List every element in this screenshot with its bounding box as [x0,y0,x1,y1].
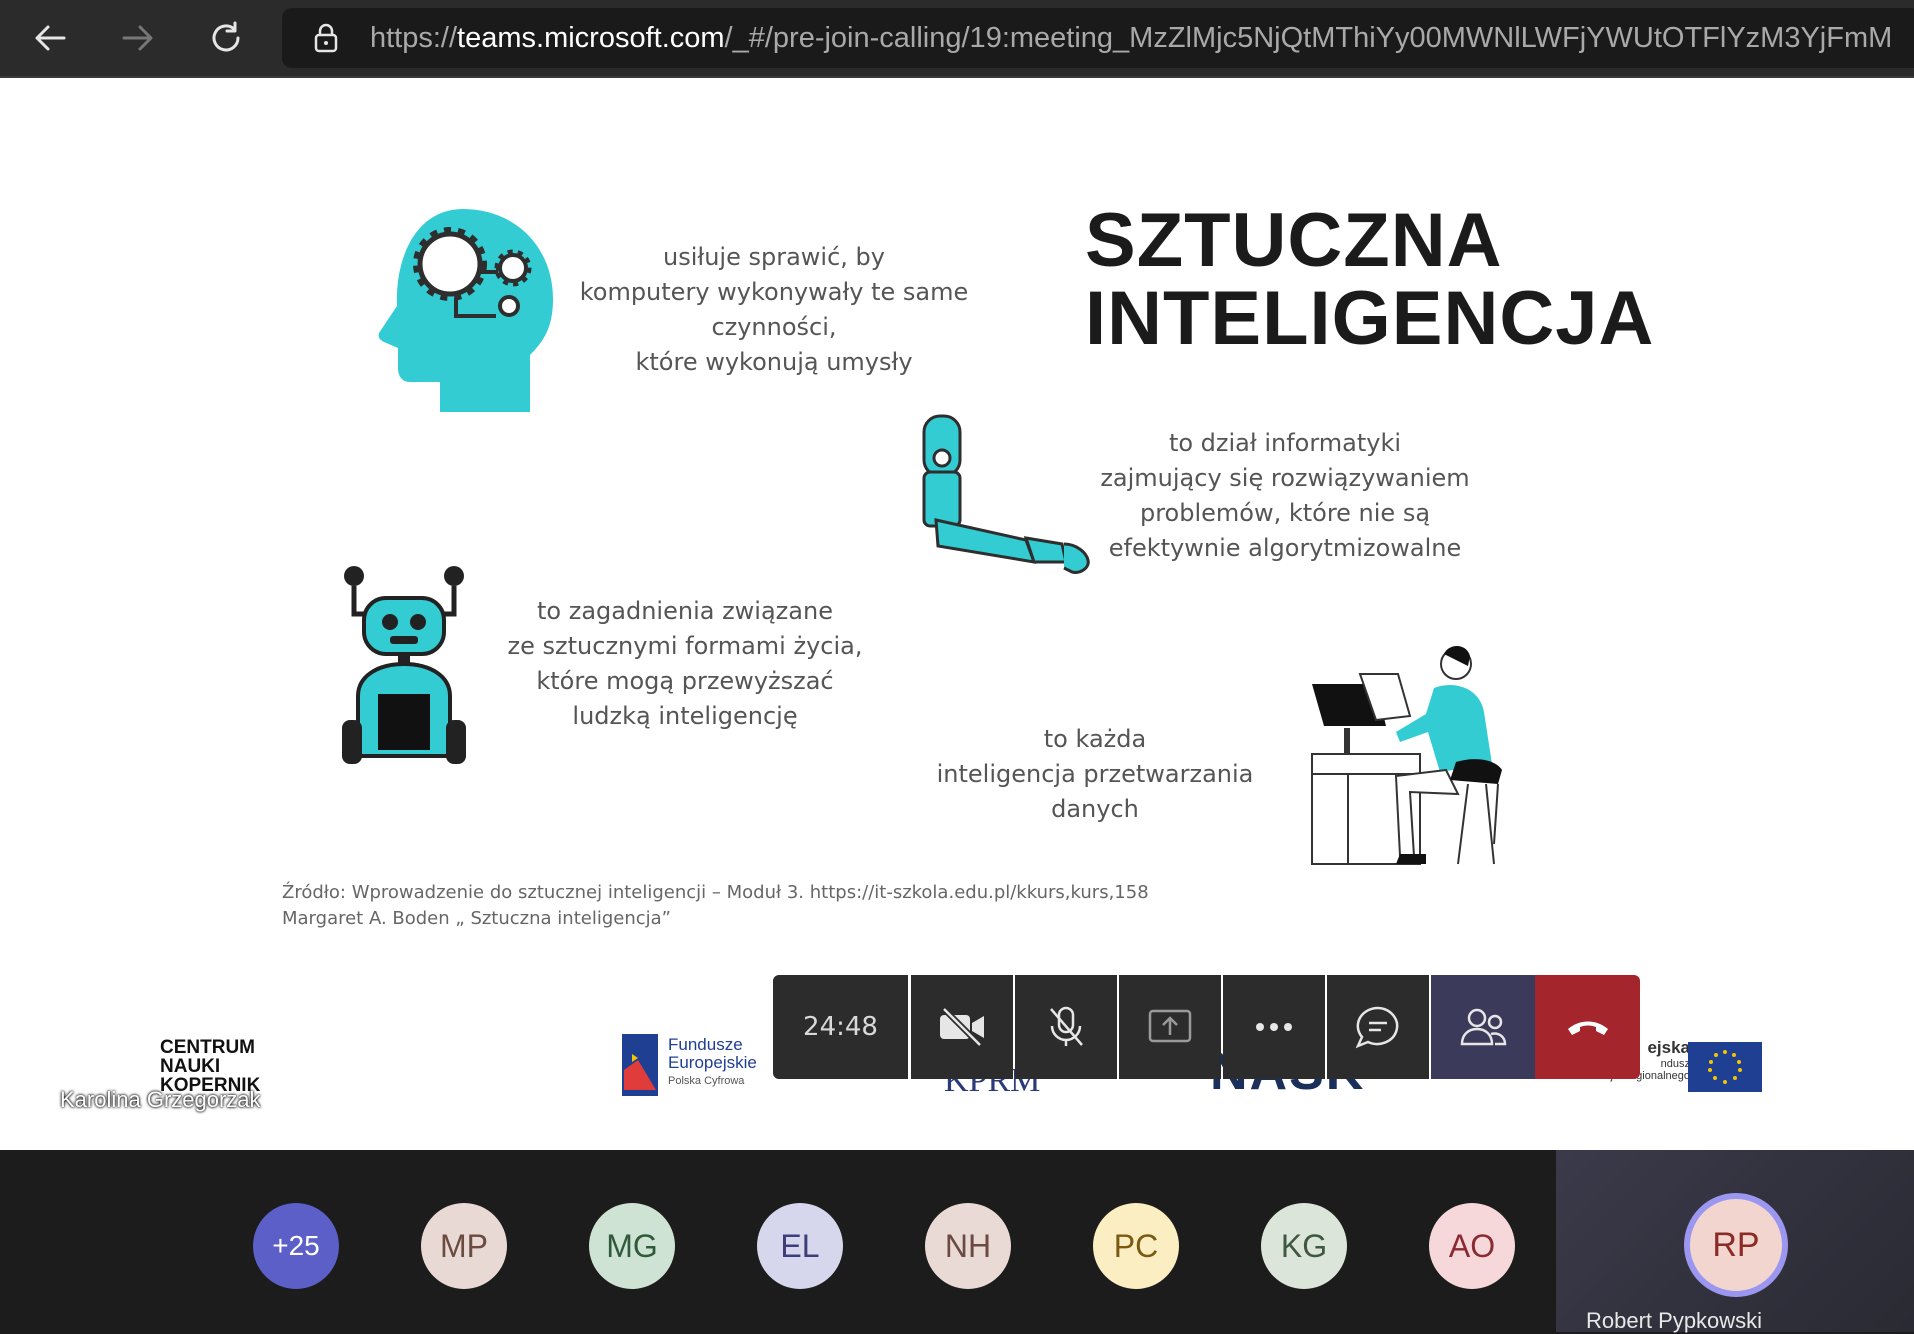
participants-button[interactable] [1431,975,1535,1079]
back-button[interactable] [26,14,74,62]
head-gears-icon [378,209,553,412]
lock-icon [314,23,338,53]
slide-source-line-1: Źródło: Wprowadzenie do sztucznej inteli… [282,882,1149,903]
reload-icon [212,21,240,52]
participant-avatar[interactable]: AO [1429,1203,1515,1289]
browser-toolbar: https://teams.microsoft.com/_#/pre-join-… [0,0,1914,78]
more-options-icon [1256,1023,1292,1031]
participants-strip: +25 MP MG EL NH PC KG AO RP Robert Pypko… [0,1150,1914,1333]
robot-arm-icon [922,414,1090,574]
fe-logo-icon [622,1034,658,1096]
reload-button[interactable] [202,14,250,62]
participant-avatar[interactable]: MG [589,1203,675,1289]
address-bar[interactable]: https://teams.microsoft.com/_#/pre-join-… [282,8,1914,68]
slide-text-head: usiłuje sprawić, by komputery wykonywały … [579,243,969,376]
url-scheme: https:// [370,22,458,54]
self-avatar: RP [1684,1193,1788,1297]
participant-avatar[interactable]: PC [1093,1203,1179,1289]
url-host: teams.microsoft.com [457,22,725,54]
arrow-right-icon [122,25,153,51]
chat-button[interactable] [1327,975,1429,1079]
slide-source-line-2: Margaret A. Boden „ Sztuczna inteligencj… [282,908,671,929]
slide-text-person: to każda inteligencja przetwarzania danych [936,725,1254,823]
more-participants-badge[interactable]: +25 [253,1203,339,1289]
camera-off-icon [940,1007,984,1047]
participants-icon [1460,1008,1507,1046]
arrow-left-icon [35,25,66,51]
participant-avatar[interactable]: EL [757,1203,843,1289]
eu-flag-icon [1688,1042,1762,1092]
slide-title: SZTUCZNA INTELIGENCJA [1085,202,1654,358]
title-line-2: INTELIGENCJA [1085,276,1655,361]
call-controls-bar: 24:48 [773,975,1640,1079]
mic-off-icon [1050,1006,1083,1046]
hang-up-icon [1567,1021,1608,1035]
forward-button[interactable] [114,14,162,62]
share-screen-button[interactable] [1119,975,1221,1079]
hang-up-button[interactable] [1535,975,1640,1079]
participant-avatar[interactable]: NH [925,1203,1011,1289]
person-at-computer-icon [1311,646,1502,865]
mic-toggle-button[interactable] [1015,975,1117,1079]
slide-text-arm: to dział informatyki zajmujący się rozwią… [1100,429,1470,562]
participant-avatar[interactable]: MP [421,1203,507,1289]
presenter-name: Karolina Grzegorzak [60,1086,261,1112]
self-name: Robert Pypkowski [1586,1308,1763,1333]
share-screen-icon [1148,1009,1192,1043]
slide-text-robot: to zagadnienia związane ze sztucznymi for… [507,597,863,730]
presenter-name-tag: Karolina Grzegorzak [60,1086,307,1116]
title-line-1: SZTUCZNA [1085,198,1503,283]
camera-toggle-button[interactable] [911,975,1013,1079]
presenter-mic-off-icon [282,1087,305,1114]
call-timer-box: 24:48 [773,975,908,1079]
robot-icon [342,566,466,764]
url-text: https://teams.microsoft.com/_#/pre-join-… [370,8,1892,68]
call-timer: 24:48 [803,1012,878,1042]
url-path: /_#/pre-join-calling/19:meeting_MzZlMjc5… [724,22,1893,54]
chat-icon [1355,1006,1399,1049]
participant-avatar[interactable]: KG [1261,1203,1347,1289]
self-video-tile[interactable]: RP Robert Pypkowski [1556,1150,1914,1333]
more-options-button[interactable] [1223,975,1325,1079]
